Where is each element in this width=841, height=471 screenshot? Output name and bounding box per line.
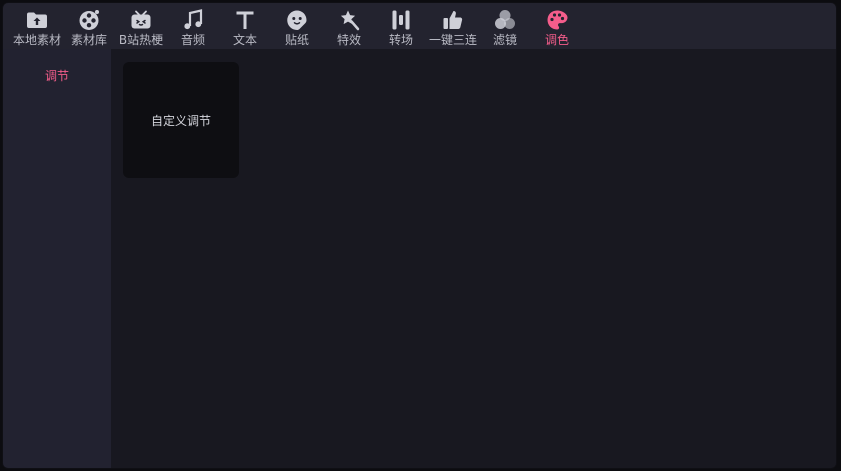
- film-reel-icon: [77, 8, 101, 32]
- tool-media-library[interactable]: 素材库: [63, 3, 115, 49]
- category-sidebar: 调节: [3, 49, 111, 468]
- thumbs-up-icon: [441, 8, 465, 32]
- tool-label: 特效: [336, 33, 361, 47]
- tool-label: 滤镜: [492, 33, 517, 47]
- filter-circles-icon: [493, 8, 517, 32]
- bilibili-tv-icon: [129, 8, 153, 32]
- tool-bilibili-memes[interactable]: B站热梗: [115, 3, 167, 49]
- tool-audio[interactable]: 音频: [167, 3, 219, 49]
- tool-label: 素材库: [70, 33, 107, 47]
- tool-text[interactable]: 文本: [219, 3, 271, 49]
- tool-filter[interactable]: 滤镜: [479, 3, 531, 49]
- app-window: 本地素材 素材库 B站热梗 音频 文本 贴纸 特效 转场 一键三连 滤镜 调色 …: [2, 2, 837, 469]
- palette-icon: [545, 8, 569, 32]
- tool-label: 音频: [180, 33, 205, 47]
- tool-label: 一键三连: [428, 33, 477, 47]
- sidebar-item-adjust[interactable]: 调节: [3, 49, 111, 87]
- tool-label: 转场: [388, 33, 413, 47]
- content-panel: 自定义调节: [111, 49, 836, 468]
- folder-upload-icon: [25, 8, 49, 32]
- music-note-icon: [181, 8, 205, 32]
- tool-transition[interactable]: 转场: [375, 3, 427, 49]
- tool-triple-like[interactable]: 一键三连: [427, 3, 479, 49]
- tool-local-media[interactable]: 本地素材: [11, 3, 63, 49]
- card-label: 自定义调节: [150, 113, 211, 128]
- tool-label: 本地素材: [12, 33, 61, 47]
- sticker-face-icon: [285, 8, 309, 32]
- text-t-icon: [233, 8, 257, 32]
- tool-label: 调色: [544, 33, 569, 47]
- tool-effects[interactable]: 特效: [323, 3, 375, 49]
- magic-wand-star-icon: [337, 8, 361, 32]
- transition-bars-icon: [389, 8, 413, 32]
- custom-adjust-card[interactable]: 自定义调节: [123, 62, 239, 178]
- tool-label: B站热梗: [118, 33, 164, 47]
- tool-label: 贴纸: [284, 33, 309, 47]
- tool-color-grading[interactable]: 调色: [531, 3, 583, 49]
- tool-sticker[interactable]: 贴纸: [271, 3, 323, 49]
- media-toolbar: 本地素材 素材库 B站热梗 音频 文本 贴纸 特效 转场 一键三连 滤镜 调色: [3, 3, 836, 49]
- tool-label: 文本: [232, 33, 257, 47]
